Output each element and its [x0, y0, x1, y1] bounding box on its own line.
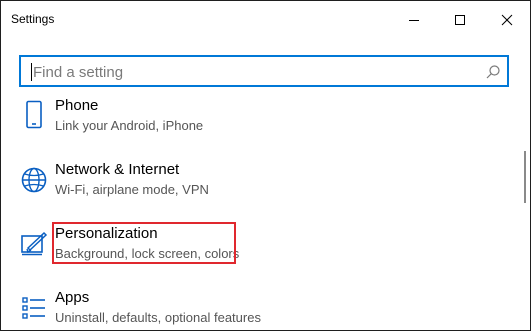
globe-icon [17, 163, 51, 197]
apps-list-icon [17, 291, 51, 325]
item-label: Network & Internet [55, 161, 180, 178]
search-icon[interactable] [485, 64, 501, 85]
settings-window: Settings Find a setting Phone Link your … [0, 0, 531, 331]
window-title: Settings [11, 12, 55, 26]
item-label: Apps [55, 289, 90, 306]
search-input[interactable]: Find a setting [19, 55, 509, 87]
minimize-button[interactable] [391, 1, 437, 39]
personalization-icon [17, 227, 51, 261]
close-button[interactable] [484, 1, 530, 39]
item-description: Link your Android, iPhone [55, 118, 204, 133]
close-icon [501, 14, 513, 26]
item-label: Phone [55, 97, 99, 114]
text-cursor [31, 63, 32, 81]
item-description: Uninstall, defaults, optional features [55, 310, 261, 325]
minimize-icon [409, 20, 419, 21]
settings-item-network[interactable]: Network & Internet Wi-Fi, airplane mode,… [1, 161, 516, 211]
phone-icon [17, 98, 51, 132]
settings-item-apps[interactable]: Apps Uninstall, defaults, optional featu… [1, 289, 516, 330]
search-placeholder: Find a setting [33, 64, 124, 81]
scrollbar-thumb[interactable] [524, 151, 526, 203]
maximize-button[interactable] [437, 1, 483, 39]
title-bar[interactable]: Settings [1, 1, 530, 39]
settings-item-phone[interactable]: Phone Link your Android, iPhone [1, 97, 516, 147]
maximize-icon [455, 15, 465, 25]
highlight-box [52, 222, 236, 264]
item-description: Wi-Fi, airplane mode, VPN [55, 182, 209, 197]
